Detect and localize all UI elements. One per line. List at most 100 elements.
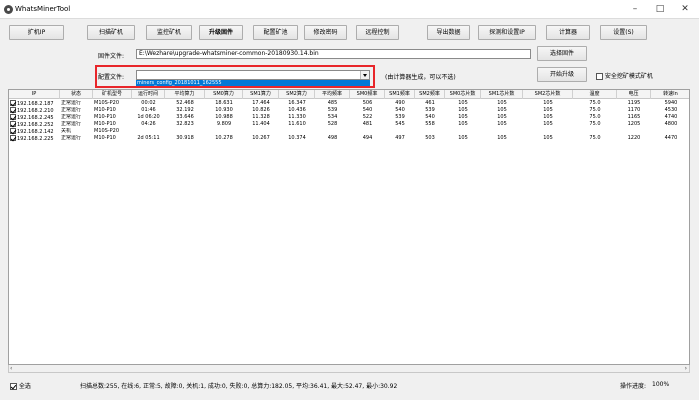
- column-header[interactable]: IP: [9, 90, 60, 99]
- ip-cell: 192.168.2.142: [9, 128, 60, 135]
- column-header[interactable]: SM2算力: [279, 90, 315, 99]
- config-pool-button[interactable]: 配置矿池: [253, 25, 298, 40]
- table-cell: 5940: [664, 100, 678, 106]
- row-checkbox[interactable]: [10, 128, 16, 134]
- scroll-right-icon[interactable]: ›: [685, 366, 687, 372]
- remote-control-button[interactable]: 远程控制: [356, 25, 399, 40]
- table-cell: 4470: [664, 135, 678, 141]
- table-cell: [445, 128, 481, 135]
- select-all-option[interactable]: 全选: [10, 381, 31, 390]
- minimize-button[interactable]: –: [628, 3, 642, 15]
- table-header: IP 状态 矿机型号 运行时间 平均算力 SM0算力 SM1算力 SM2算力 平均频率 SM0频率…: [9, 90, 689, 99]
- table-cell: 1195: [627, 100, 641, 106]
- column-header[interactable]: SM2芯片数: [523, 90, 573, 99]
- table-cell: 16.347: [288, 100, 306, 106]
- column-header[interactable]: SM0算力: [205, 90, 243, 99]
- column-header[interactable]: SM1芯片数: [481, 90, 523, 99]
- table-cell: 75.0: [589, 121, 601, 127]
- row-checkbox[interactable]: [10, 114, 16, 120]
- table-cell: [415, 128, 445, 135]
- table-row[interactable]: 192.168.2.252 正常运行 M10-P10 04:26 32.823 9.809…: [9, 121, 689, 128]
- row-checkbox[interactable]: [10, 100, 16, 106]
- table-cell: 正常运行: [61, 107, 82, 113]
- table-cell: 32.823: [176, 121, 194, 127]
- table-cell: 75.0: [589, 100, 601, 106]
- change-password-button[interactable]: 修改密码: [304, 25, 347, 40]
- table-cell: M10-P10: [94, 107, 116, 113]
- table-cell: 522: [362, 114, 373, 120]
- upgrade-firmware-button[interactable]: 升级固件: [199, 25, 243, 40]
- calculator-button[interactable]: 计算器: [546, 25, 590, 40]
- table-cell: M10-P10: [94, 135, 116, 141]
- table-cell: [651, 128, 689, 135]
- column-header[interactable]: 温度: [573, 90, 617, 99]
- column-header[interactable]: SM1频率: [385, 90, 415, 99]
- column-header[interactable]: SM0频率: [350, 90, 385, 99]
- firmware-path-field[interactable]: E:\Wezhare\upgrade-whatsminer-common-201…: [136, 49, 531, 59]
- table-cell: 11.610: [288, 121, 306, 127]
- table-cell: 正常运行: [61, 100, 82, 106]
- column-header[interactable]: SM2频率: [415, 90, 445, 99]
- table-cell: 494: [362, 135, 373, 141]
- table-cell: 503: [425, 135, 435, 141]
- table-cell: 105: [458, 121, 468, 127]
- table-cell: 75.0: [589, 135, 601, 141]
- select-firmware-button[interactable]: 选择固件: [537, 46, 587, 61]
- column-header[interactable]: 转速In: [651, 90, 689, 99]
- table-cell: 105: [497, 121, 507, 127]
- column-header[interactable]: 运行时间: [132, 90, 165, 99]
- column-header[interactable]: 状态: [60, 90, 93, 99]
- export-data-button[interactable]: 导出数据: [427, 25, 470, 40]
- table-row[interactable]: 192.168.2.210 正常运行 M10-P10 01:46 32.192 10.93…: [9, 107, 689, 114]
- safe-mode-option[interactable]: 安全挖矿模式矿机: [596, 71, 653, 80]
- column-header[interactable]: 平均算力: [165, 90, 205, 99]
- table-cell: 33.646: [176, 114, 194, 120]
- column-header[interactable]: 平均频率: [315, 90, 350, 99]
- close-button[interactable]: ✕: [678, 3, 692, 15]
- monitor-button[interactable]: 监控矿机: [146, 25, 192, 40]
- maximize-button[interactable]: □: [653, 3, 667, 15]
- title-bar: WhatsMinerTool – □ ✕: [0, 0, 699, 19]
- table-cell: 490: [395, 100, 405, 106]
- table-cell: 4530: [664, 107, 678, 113]
- table-row[interactable]: 192.168.2.142 关机 M10S-P20: [9, 128, 689, 135]
- scan-ip-button[interactable]: 扩机IP: [9, 25, 64, 40]
- table-cell: 4740: [664, 114, 678, 120]
- progress-value: 100%: [652, 381, 670, 388]
- column-header[interactable]: SM1算力: [243, 90, 279, 99]
- settings-button[interactable]: 设置(S): [600, 25, 647, 40]
- table-row[interactable]: 192.168.2.187 正常运行 M10S-P20 00:02 52.468 18.6…: [9, 100, 689, 107]
- select-all-checkbox[interactable]: [10, 383, 17, 390]
- table-cell: M10S-P20: [94, 100, 120, 106]
- app-icon: [4, 5, 13, 14]
- start-upgrade-button[interactable]: 开始升级: [537, 67, 587, 82]
- ip-text: 192.168.2.245: [17, 114, 54, 121]
- highlight-box: [95, 65, 375, 88]
- table-cell: [481, 128, 523, 135]
- table-row[interactable]: 192.168.2.245 正常运行 M10-P10 1d 06:20 33.646 10…: [9, 114, 689, 121]
- table-cell: [523, 128, 573, 135]
- column-header[interactable]: 电压: [617, 90, 651, 99]
- table-cell: 32.192: [176, 107, 194, 113]
- column-header[interactable]: SM0芯片数: [445, 90, 481, 99]
- table-cell: [617, 128, 651, 135]
- table-cell: 10.267: [252, 135, 270, 141]
- table-cell: 539: [395, 114, 405, 120]
- table-cell: 17.464: [252, 100, 270, 106]
- safe-mode-checkbox[interactable]: [596, 73, 603, 80]
- scroll-left-icon[interactable]: ‹: [10, 366, 12, 372]
- horizontal-scrollbar[interactable]: ‹ ›: [8, 365, 690, 373]
- column-header[interactable]: 矿机型号: [93, 90, 132, 99]
- table-cell: 105: [497, 114, 507, 120]
- scan-miner-button[interactable]: 扫描矿机: [87, 25, 135, 40]
- table-cell: [205, 128, 243, 135]
- table-row[interactable]: 192.168.2.225 正常运行 M10-P10 2d 05:11 30.918 10…: [9, 135, 689, 142]
- detect-ip-button[interactable]: 探测和设置IP: [478, 25, 536, 40]
- table-cell: [243, 128, 279, 135]
- select-all-label: 全选: [18, 383, 31, 390]
- row-checkbox[interactable]: [10, 135, 16, 141]
- miner-table: IP 状态 矿机型号 运行时间 平均算力 SM0算力 SM1算力 SM2算力 平均频率 SM0频率…: [8, 89, 690, 365]
- table-cell: 10.374: [288, 135, 306, 141]
- row-checkbox[interactable]: [10, 107, 16, 113]
- row-checkbox[interactable]: [10, 121, 16, 127]
